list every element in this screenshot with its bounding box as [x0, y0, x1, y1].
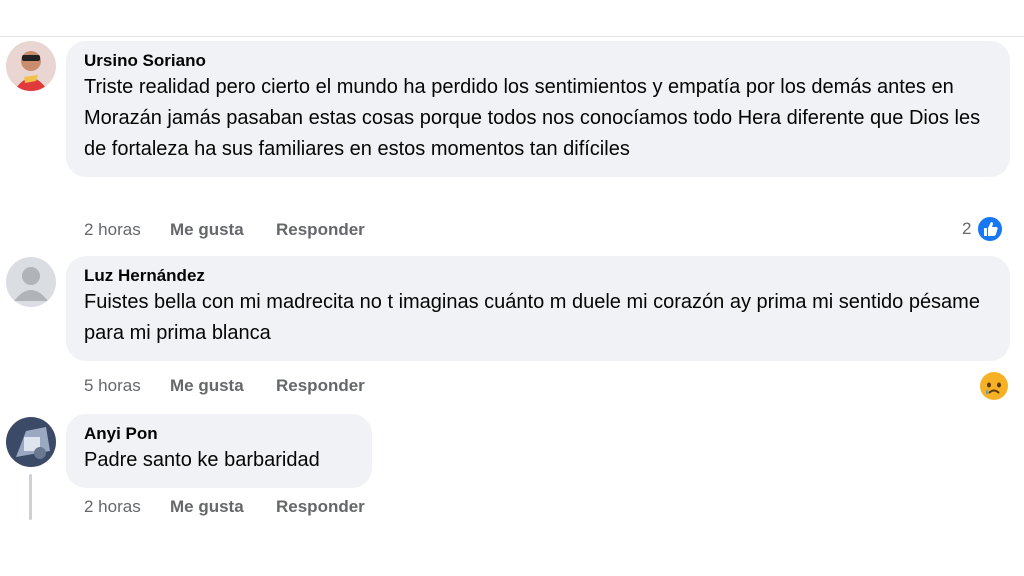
comment-text: Triste realidad pero cierto el mundo ha … [84, 76, 981, 160]
reply-thread-line [29, 474, 32, 520]
reaction-count: 2 [962, 219, 972, 238]
reply-button[interactable]: Responder [276, 374, 365, 398]
comment-bubble: Luz Hernández Fuistes bella con mi madre… [66, 256, 1010, 361]
top-bar [0, 0, 1024, 37]
comment-bubble: Ursino Soriano Triste realidad pero cier… [66, 41, 1010, 177]
comment-author[interactable]: Anyi Pon [84, 423, 354, 445]
comment-author[interactable]: Ursino Soriano [84, 50, 992, 72]
comment-text: Padre santo ke barbaridad [84, 449, 320, 471]
avatar-image [6, 41, 56, 91]
avatar[interactable] [6, 257, 56, 307]
comment-actions: 2 horas Me gusta Responder [84, 495, 365, 519]
default-avatar-icon [6, 257, 56, 307]
sad-reaction-icon [980, 372, 1008, 400]
comment-text: Fuistes bella con mi madrecita no t imag… [84, 291, 980, 344]
reaction-summary[interactable]: 2 [962, 215, 1005, 243]
comment-bubble: Anyi Pon Padre santo ke barbaridad [66, 414, 372, 488]
like-button[interactable]: Me gusta [170, 374, 276, 398]
comment-time[interactable]: 5 horas [84, 374, 170, 398]
like-button[interactable]: Me gusta [170, 495, 276, 519]
reply-button[interactable]: Responder [276, 495, 365, 519]
comment-author[interactable]: Luz Hernández [84, 265, 992, 287]
reaction-summary[interactable] [979, 371, 1009, 400]
comment-time[interactable]: 2 horas [84, 495, 170, 519]
comment-time[interactable]: 2 horas [84, 218, 170, 242]
reply-button[interactable]: Responder [276, 218, 365, 242]
avatar[interactable] [6, 417, 56, 467]
like-reaction-icon [976, 215, 1005, 243]
comment-actions: 5 horas Me gusta Responder [84, 374, 365, 398]
avatar-image [6, 417, 56, 467]
avatar[interactable] [6, 41, 56, 91]
like-button[interactable]: Me gusta [170, 218, 276, 242]
comment-actions: 2 horas Me gusta Responder [84, 218, 365, 242]
